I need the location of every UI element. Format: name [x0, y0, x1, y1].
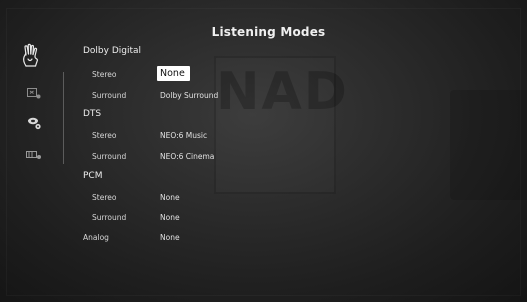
listening-modes-screen: NAD Listening Modes Dolby Digital Stereo… — [0, 0, 527, 302]
pcm-stereo-row[interactable]: Stereo None — [0, 193, 527, 207]
section-heading: Dolby Digital — [83, 46, 142, 56]
row-label: Stereo — [92, 193, 117, 202]
analog-row[interactable]: Analog None — [0, 233, 527, 247]
row-label: Surround — [92, 152, 127, 161]
pcm-stereo-value[interactable]: None — [160, 193, 180, 202]
section-dts: DTS — [0, 109, 527, 123]
section-dolby-digital: Dolby Digital — [0, 46, 527, 60]
section-heading: PCM — [83, 171, 103, 181]
analog-value[interactable]: None — [160, 233, 180, 242]
row-label: Analog — [83, 233, 109, 242]
pcm-surround-row[interactable]: Surround None — [0, 213, 527, 227]
page-title: Listening Modes — [211, 25, 326, 39]
row-label: Surround — [92, 91, 127, 100]
dts-surround-value[interactable]: NEO:6 Cinema — [160, 152, 214, 161]
pcm-surround-value[interactable]: None — [160, 213, 180, 222]
dts-stereo-row[interactable]: Stereo NEO:6 Music — [0, 131, 527, 145]
section-pcm: PCM — [0, 171, 527, 185]
row-label: Stereo — [92, 131, 117, 140]
dts-surround-row[interactable]: Surround NEO:6 Cinema — [0, 152, 527, 166]
row-label: Surround — [92, 213, 127, 222]
dolby-stereo-row[interactable]: Stereo None — [0, 66, 527, 84]
section-heading: DTS — [83, 109, 102, 119]
dolby-surround-value[interactable]: Dolby Surround — [160, 91, 218, 100]
dolby-stereo-value-selected[interactable]: None — [157, 66, 190, 81]
dts-stereo-value[interactable]: NEO:6 Music — [160, 131, 207, 140]
dolby-surround-row[interactable]: Surround Dolby Surround — [0, 91, 527, 105]
row-label: Stereo — [92, 70, 117, 79]
